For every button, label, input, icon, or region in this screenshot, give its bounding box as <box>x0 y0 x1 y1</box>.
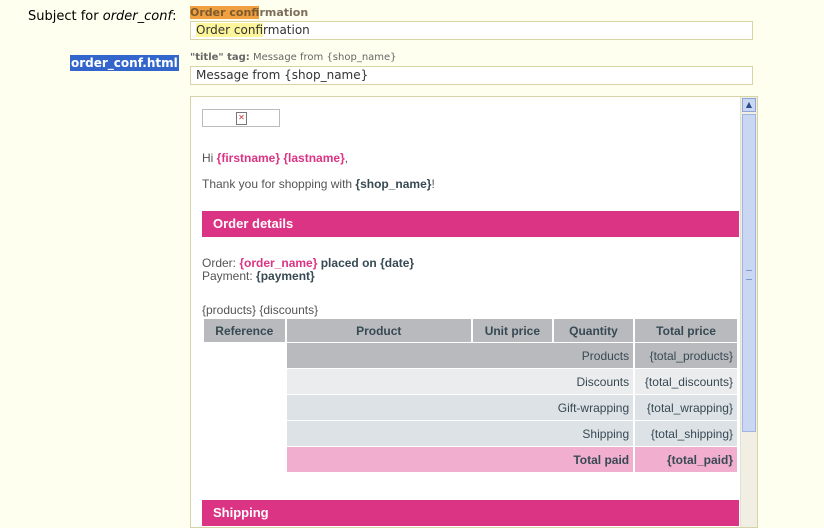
order-label: Order: <box>202 256 240 270</box>
subject-template-name: order_conf <box>102 9 173 24</box>
firstname-var: {firstname} <box>216 151 281 165</box>
title-tag-hint-label: "title" tag: <box>190 52 250 63</box>
header-reference: Reference <box>204 319 285 342</box>
products-discounts-line: {products} {discounts} <box>202 303 319 317</box>
payment-label: Payment: <box>202 269 257 283</box>
greeting-end: , <box>344 151 349 165</box>
order-name-var: {order_name} <box>239 256 318 270</box>
subject-input[interactable]: Order confirmation <box>190 21 753 40</box>
thanks-line: Thank you for shopping with {shop_name}! <box>202 177 435 191</box>
table-row: Gift-wrapping {total_wrapping} <box>204 395 737 420</box>
subject-label: Subject for order_conf: <box>28 9 176 24</box>
row-label: Gift-wrapping <box>286 395 634 420</box>
shop-name-var: {shop_name} <box>355 177 432 191</box>
subject-input-rest: irmation <box>263 23 310 37</box>
subject-hint-highlight: Order conf <box>190 6 260 19</box>
header-quantity: Quantity <box>553 319 634 342</box>
header-total-price: Total price <box>635 319 737 342</box>
subject-label-suffix: : <box>172 9 177 24</box>
thanks-end: ! <box>431 177 435 191</box>
table-row: Shipping {total_shipping} <box>204 421 737 446</box>
shop-logo: ✕ <box>202 109 280 127</box>
subject-hint-rest: irmation <box>259 6 309 19</box>
scroll-thumb[interactable] <box>742 114 756 432</box>
scroll-grip-icon <box>746 270 752 280</box>
subject-input-highlight: Order conf <box>196 23 264 37</box>
table-header-row: Reference Product Unit price Quantity To… <box>204 319 737 342</box>
greeting-hi: Hi <box>202 151 217 165</box>
order-details-header: Order details <box>202 211 739 237</box>
row-label: Shipping <box>286 421 634 446</box>
table-row: Products {total_products} <box>204 343 737 368</box>
scroll-up-arrow-icon[interactable]: ▲ <box>742 98 756 112</box>
row-value: {total_shipping} <box>635 421 737 446</box>
payment-var: {payment} <box>256 269 315 283</box>
placed-on-text: placed on {date} <box>317 256 415 270</box>
order-summary-table: Reference Product Unit price Quantity To… <box>202 318 739 473</box>
row-value: {total_discounts} <box>635 369 737 394</box>
row-label: Products <box>286 343 634 368</box>
preview-scrollbar[interactable]: ▲ <box>740 97 757 527</box>
subject-hint: Order confirmation <box>190 6 308 19</box>
title-tag-hint: "title" tag: Message from {shop_name} <box>190 52 397 63</box>
order-line: Order: {order_name} placed on {date} <box>202 256 414 270</box>
subject-label-prefix: Subject for <box>28 9 103 24</box>
lastname-var: {lastname} <box>283 151 345 165</box>
table-row: Total paid {total_paid} <box>204 447 737 472</box>
html-preview-frame[interactable]: ✕ Hi {firstname} {lastname}, Thank you f… <box>190 96 758 528</box>
html-template-label: order_conf.html <box>70 55 179 71</box>
row-label: Discounts <box>286 369 634 394</box>
table-row: Discounts {total_discounts} <box>204 369 737 394</box>
header-product: Product <box>286 319 471 342</box>
title-tag-hint-value: Message from {shop_name} <box>252 52 397 63</box>
thanks-prefix: Thank you for shopping with <box>202 177 356 191</box>
payment-line: Payment: {payment} <box>202 269 315 283</box>
greeting-line: Hi {firstname} {lastname}, <box>202 151 348 165</box>
title-tag-input[interactable]: Message from {shop_name} <box>190 66 753 85</box>
row-value: {total_products} <box>635 343 737 368</box>
header-unit-price: Unit price <box>472 319 552 342</box>
row-value: {total_paid} <box>635 447 737 472</box>
shipping-header: Shipping <box>202 500 739 526</box>
broken-image-icon: ✕ <box>236 112 247 125</box>
row-label: Total paid <box>286 447 634 472</box>
row-value: {total_wrapping} <box>635 395 737 420</box>
